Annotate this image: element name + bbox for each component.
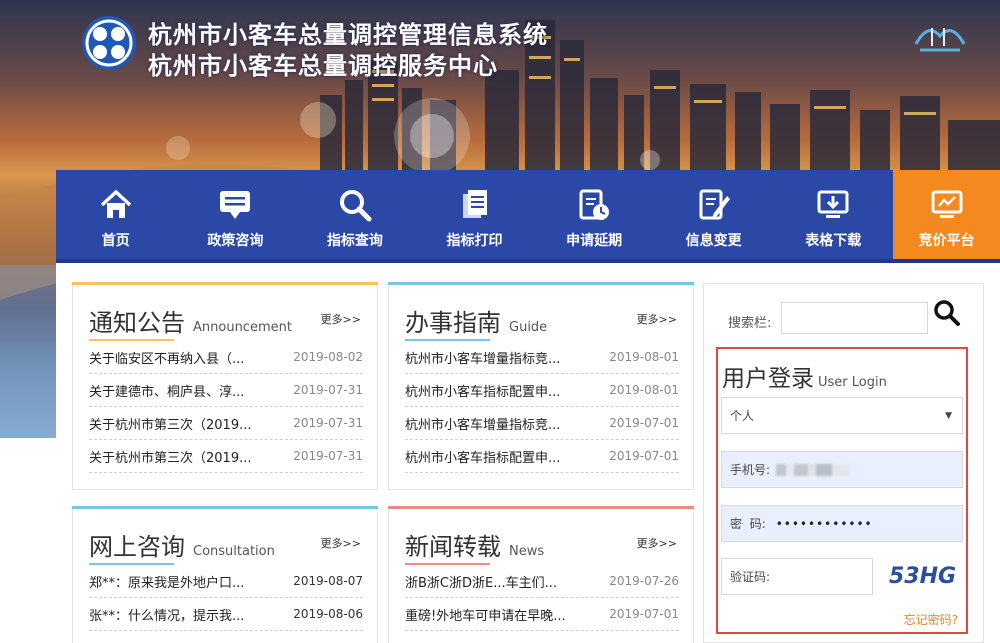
agency-logo-icon xyxy=(82,16,136,70)
panel-title: 办事指南 Guide xyxy=(405,303,547,338)
nav-form-download[interactable]: 表格下载 xyxy=(773,170,893,259)
nav-info-change[interactable]: 信息变更 xyxy=(654,170,774,259)
list-item[interactable]: 杭州市小客车增量指标竞... 2019-08-01 xyxy=(405,341,679,374)
panel-title-text: 通知公告 xyxy=(89,309,185,337)
list-item[interactable]: 杭州市小客车增量指标竞... 2019-07-01 xyxy=(405,407,679,440)
nav-home[interactable]: 首页 xyxy=(56,170,176,259)
phone-value-masked xyxy=(776,463,851,476)
center-title: 杭州市小客车总量调控服务中心 xyxy=(148,52,498,80)
nav-bidding-platform[interactable]: 竞价平台 xyxy=(893,170,1000,259)
password-value: •••••••••••• xyxy=(775,516,873,531)
panel-title: 网上咨询 Consultation xyxy=(89,527,275,562)
panel-accent-line xyxy=(388,506,694,509)
news-more-link[interactable]: 更多>> xyxy=(637,535,677,551)
nav-quota-query[interactable]: 指标查询 xyxy=(295,170,415,259)
download-icon xyxy=(817,190,849,218)
system-title: 杭州市小客车总量调控管理信息系统 xyxy=(148,21,548,49)
news-panel: 新闻转载 News 更多>> 浙B浙C浙D浙E...车主们... 2019-07-2… xyxy=(388,506,694,643)
calendar-clock-icon xyxy=(579,189,610,220)
guide-panel: 办事指南 Guide 更多>> 杭州市小客车增量指标竞... 2019-08-01 … xyxy=(388,282,694,490)
login-title-text: 用户登录 xyxy=(722,366,814,392)
phone-label: 手机号: xyxy=(730,463,771,477)
login-title-en: User Login xyxy=(818,375,887,390)
search-icon xyxy=(339,190,372,222)
forgot-password-link[interactable]: 忘记密码? xyxy=(904,611,958,628)
search-label: 搜索栏: xyxy=(728,316,772,331)
news-list: 浙B浙C浙D浙E...车主们... 2019-07-26 重磅!外地车可申请在早晚… xyxy=(405,565,679,631)
panel-title-en: Consultation xyxy=(193,544,275,559)
list-item[interactable]: 张**：什么情况，提示我... 2019-08-06 xyxy=(89,598,363,631)
edit-document-icon xyxy=(699,189,730,220)
nav-label: 表格下载 xyxy=(805,233,862,249)
search-input[interactable] xyxy=(781,302,928,334)
panel-title-en: Announcement xyxy=(193,320,292,335)
password-field[interactable]: 密 码: •••••••••••• xyxy=(721,505,963,542)
user-login-box: 用户登录 User Login 个人 ▼ 手机号: 密 码: ••••••••••… xyxy=(716,347,968,634)
home-icon xyxy=(100,189,131,218)
phone-field[interactable]: 手机号: xyxy=(721,451,963,488)
list-item[interactable]: 浙B浙C浙D浙E...车主们... 2019-07-26 xyxy=(405,565,679,598)
list-item[interactable]: 关于杭州市第三次（2019... 2019-07-31 xyxy=(89,407,363,440)
list-item[interactable]: 关于临安区不再纳入县（... 2019-08-02 xyxy=(89,341,363,374)
nav-label: 指标查询 xyxy=(326,233,383,249)
panel-accent-line xyxy=(72,282,378,285)
announcement-panel: 通知公告 Announcement 更多>> 关于临安区不再纳入县（... 2019… xyxy=(72,282,378,490)
guide-more-link[interactable]: 更多>> xyxy=(637,311,677,327)
document-icon xyxy=(462,190,487,218)
hangzhou-city-logo-icon xyxy=(914,28,966,52)
nav-apply-extension[interactable]: 申请延期 xyxy=(534,170,654,259)
message-icon xyxy=(220,191,251,219)
nav-label: 申请延期 xyxy=(566,233,623,249)
account-type-value: 个人 xyxy=(730,409,755,423)
main-navigation: 首页 政策咨询 指标查询 指标打印 申请延期 信息变更 表格下载 竞价平台 xyxy=(56,170,1000,263)
nav-label: 竞价平台 xyxy=(918,233,975,249)
captcha-image[interactable]: 53HG xyxy=(881,557,959,593)
panel-title-text: 新闻转载 xyxy=(405,533,501,561)
panel-title-en: Guide xyxy=(509,320,548,335)
panel-title-en: News xyxy=(509,544,545,559)
sidebar: 搜索栏: 用户登录 User Login 个人 ▼ 手机号: 密 码: •••••… xyxy=(703,283,984,643)
captcha-field[interactable]: 验证码: xyxy=(721,558,873,595)
consultation-list: 郑**：原来我是外地户口... 2019-08-07 张**：什么情况，提示我..… xyxy=(89,565,363,631)
nav-policy-consult[interactable]: 政策咨询 xyxy=(176,170,296,259)
search-button[interactable] xyxy=(932,298,962,328)
nav-label: 政策咨询 xyxy=(207,233,264,249)
nav-quota-print[interactable]: 指标打印 xyxy=(415,170,535,259)
list-item[interactable]: 关于杭州市第三次（2019... 2019-07-31 xyxy=(89,440,363,473)
captcha-text: 53HG xyxy=(889,564,956,589)
monitor-icon xyxy=(931,190,963,218)
announcement-more-link[interactable]: 更多>> xyxy=(321,311,361,327)
list-item[interactable]: 重磅!外地车可申请在早晚... 2019-07-01 xyxy=(405,598,679,631)
nav-label: 首页 xyxy=(101,233,130,249)
panel-title-text: 办事指南 xyxy=(405,309,501,337)
announcement-list: 关于临安区不再纳入县（... 2019-08-02 关于建德市、桐庐县、淳... 2… xyxy=(89,341,363,473)
nav-label: 信息变更 xyxy=(685,233,742,249)
captcha-label: 验证码: xyxy=(730,570,771,584)
panel-title: 通知公告 Announcement xyxy=(89,303,292,338)
list-item[interactable]: 杭州市小客车指标配置申... 2019-08-01 xyxy=(405,374,679,407)
nav-label: 指标打印 xyxy=(446,233,503,249)
login-title: 用户登录 User Login xyxy=(722,359,887,393)
list-item[interactable]: 郑**：原来我是外地户口... 2019-08-07 xyxy=(89,565,363,598)
list-item[interactable]: 关于建德市、桐庐县、淳... 2019-07-31 xyxy=(89,374,363,407)
list-item[interactable]: 杭州市小客车指标配置申... 2019-07-01 xyxy=(405,440,679,473)
dropdown-arrow-icon: ▼ xyxy=(945,410,952,421)
consultation-panel: 网上咨询 Consultation 更多>> 郑**：原来我是外地户口... 201… xyxy=(72,506,378,643)
guide-list: 杭州市小客车增量指标竞... 2019-08-01 杭州市小客车指标配置申... 2… xyxy=(405,341,679,473)
consultation-more-link[interactable]: 更多>> xyxy=(321,535,361,551)
account-type-select[interactable]: 个人 ▼ xyxy=(721,397,963,434)
panel-accent-line xyxy=(72,506,378,509)
panel-title: 新闻转载 News xyxy=(405,527,544,562)
panel-title-text: 网上咨询 xyxy=(89,533,185,561)
panel-accent-line xyxy=(388,282,694,285)
password-label: 密 码: xyxy=(730,517,766,531)
